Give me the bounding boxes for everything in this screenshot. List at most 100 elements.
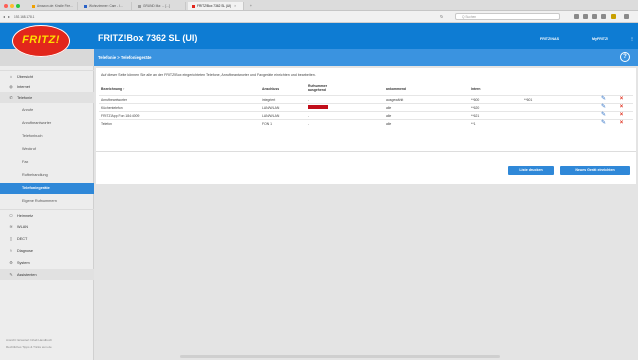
address-bar: ◂ ▸ 192.168.178.1 ↻ Q Suchen [0,11,638,23]
close-tab-icon[interactable]: × [234,4,236,8]
column-header-intern: Intern [471,87,481,91]
header-link-fritznas[interactable]: FRITZ!NAS [540,37,559,41]
sidebar-item-label: System [17,261,30,265]
column-header-bezeichnung[interactable]: Bezeichnung ↑ [101,87,125,91]
new-tab-button[interactable]: + [246,2,256,10]
more-icon[interactable]: ⋮ [630,36,634,41]
delete-icon[interactable]: × [618,120,625,127]
sidebar-item-label: DECT [17,237,28,241]
device-internal: **620 [471,106,480,110]
device-name: Anrufbeantworter [101,98,128,102]
browser-search-input[interactable]: Q Suchen [455,13,560,20]
network-icon: ⎔ [9,213,13,218]
browser-tab-active[interactable]: FRITZ!Box 7362 SL (UI) × [188,2,244,10]
sidebar-item-anrufe[interactable]: Anrufe [0,105,94,116]
bookmark-icon[interactable] [574,14,579,19]
sidebar: ⌂ Übersicht ◍ Internet ✆ Telefonie Anrufe A… [0,66,94,360]
delete-icon[interactable]: × [618,112,625,119]
system-icon: ⚙ [9,260,13,265]
browser-tab[interactable]: Amazon.de: Kindle Fire... [28,2,78,10]
browser-tab[interactable]: GRUND Ma: ... [...] [134,2,186,10]
sidebar-item-label: Diagnose [17,249,34,253]
sidebar-item-telefoniegeraete[interactable]: Telefoniegeräte [0,183,94,194]
url-field[interactable]: 192.168.178.1 [14,14,434,20]
table-row: Telefon FON 1 - alle **1 ✎ × [99,119,633,127]
fritz-logo[interactable]: FRITZ! [12,25,70,57]
delete-icon[interactable]: × [618,104,625,111]
device-port: LAN/WLAN [262,114,280,118]
library-icon[interactable] [583,14,588,19]
device-outgoing: - [308,122,310,126]
tab-label: Wohnzimmer: Cam - I... [89,4,123,8]
device-port: LAN/WLAN [262,106,280,110]
sidebar-item-heimnetz[interactable]: ⎔ Heimnetz [0,209,94,220]
column-header-rufnummer-ausgehend: Rufnummer ausgehend [308,84,328,92]
minimize-window-button[interactable] [10,4,14,8]
sidebar-item-system[interactable]: ⚙ System [0,257,94,268]
tab-label: Amazon.de: Kindle Fire... [37,4,73,8]
help-icon[interactable]: ? [620,52,630,62]
extension-icon[interactable] [611,14,616,19]
sidebar-item-internet[interactable]: ◍ Internet [0,81,94,92]
sidebar-item-assistenten[interactable]: ✎ Assistenten [0,269,94,280]
sidebar-item-label: Internet [17,85,30,89]
device-name: FRITZ!App Fon 184:4009 [101,114,140,118]
phone-icon: ✆ [9,95,13,100]
zoom-window-button[interactable] [16,4,20,8]
device-incoming: alle [386,114,392,118]
table-row: Anrufbeantworter integriert - ausgewählt… [99,95,633,103]
breadcrumb: Telefonie > Telefoniegeräte [98,55,152,60]
sidebar-item-diagnose[interactable]: ⚕ Diagnose [0,245,94,256]
sidebar-item-eigene-rufnummern[interactable]: Eigene Rufnummern [0,196,94,207]
reload-icon[interactable]: ↻ [440,14,443,19]
browser-tab-bar: Amazon.de: Kindle Fire... Wohnzimmer: Ca… [0,0,638,11]
page-subheader: Telefonie > Telefoniegeräte ? [94,49,638,66]
edit-icon[interactable]: ✎ [600,104,607,111]
horizontal-scrollbar[interactable] [180,355,500,358]
sidebar-item-uebersicht[interactable]: ⌂ Übersicht [0,70,94,81]
devices-panel: Auf dieser Seite können Sie alle an der … [96,68,636,184]
device-outgoing: - [308,114,310,118]
download-icon[interactable] [592,14,597,19]
sidebar-item-fax[interactable]: Fax [0,157,94,168]
sidebar-footer-links[interactable]: Ansicht: Erweitert Inhalt Handbuch [6,338,52,342]
wifi-icon: ≋ [9,224,13,229]
table-row: FRITZ!App Fon 184:4009 LAN/WLAN - alle *… [99,111,633,119]
close-window-button[interactable] [4,4,8,8]
menu-icon[interactable] [624,14,629,19]
print-list-button[interactable]: Liste drucken [508,166,554,175]
edit-icon[interactable]: ✎ [600,120,607,127]
delete-icon[interactable]: × [618,96,625,103]
browser-tab[interactable]: Wohnzimmer: Cam - I... [80,2,132,10]
back-icon[interactable]: ◂ [3,14,5,19]
sidebar-item-rufbehandlung[interactable]: Rufbehandlung [0,170,94,181]
edit-icon[interactable]: ✎ [600,112,607,119]
device-incoming: alle [386,106,392,110]
sidebar-item-weckruf[interactable]: Weckruf [0,144,94,155]
outgoing-number-redacted [308,105,328,109]
logo-text: FRITZ! [22,34,60,46]
sidebar-item-telefonbuch[interactable]: Telefonbuch [0,131,94,142]
tab-label: GRUND Ma: ... [...] [143,4,170,8]
sidebar-footer-links[interactable]: Rechtliches Tipps & Tricks avm.de [6,345,52,349]
tab-favicon-icon [84,4,87,8]
dect-icon: ▯ [9,236,13,241]
panel-divider [96,151,636,152]
edit-icon[interactable]: ✎ [600,96,607,103]
forward-icon[interactable]: ▸ [8,14,10,19]
device-incoming: ausgewählt [386,98,404,102]
sidebar-item-wlan[interactable]: ≋ WLAN [0,221,94,232]
globe-icon: ◍ [9,84,13,89]
sidebar-item-anrufbeantworter[interactable]: Anrufbeantworter [0,118,94,129]
tab-label: FRITZ!Box 7362 SL (UI) [197,4,232,8]
sidebar-item-dect[interactable]: ▯ DECT [0,233,94,244]
home-icon[interactable] [601,14,606,19]
new-device-button[interactable]: Neues Gerät einrichten [560,166,630,175]
intro-text: Auf dieser Seite können Sie alle an der … [101,73,316,77]
column-header-ankommend: ankommend [386,87,406,91]
sidebar-item-telefonie[interactable]: ✆ Telefonie [0,92,94,103]
device-name: Küchentelefon [101,106,123,110]
header-link-myfritz[interactable]: MyFRITZ! [592,37,608,41]
device-name: Telefon [101,122,112,126]
sidebar-item-label: Telefonie [17,96,33,100]
